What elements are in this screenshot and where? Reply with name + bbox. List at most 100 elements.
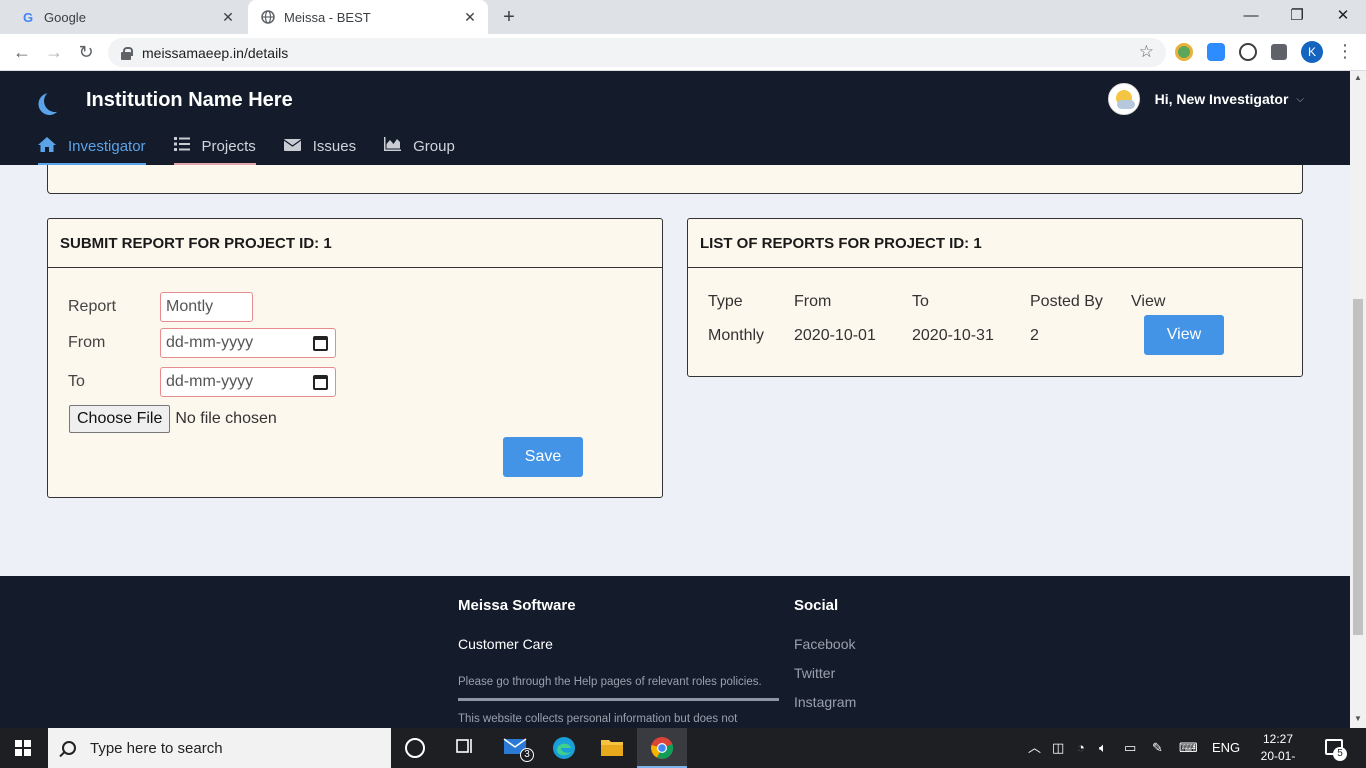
windows-start-icon[interactable] — [15, 740, 31, 756]
nav-label: Investigator — [68, 137, 146, 155]
file-status: No file chosen — [175, 410, 277, 427]
new-tab-icon[interactable]: + — [498, 6, 520, 28]
forward-icon[interactable]: → — [42, 40, 66, 64]
back-icon[interactable]: ← — [10, 40, 34, 64]
facebook-link[interactable]: Facebook — [794, 636, 855, 652]
scroll-thumb[interactable] — [1353, 299, 1363, 635]
chrome-taskbar-item[interactable] — [637, 728, 687, 768]
user-greeting: Hi, New Investigator — [1154, 91, 1289, 107]
zoom-extension-icon[interactable] — [1207, 43, 1225, 61]
file-explorer-icon[interactable] — [600, 736, 624, 760]
clock-date: 20-01-2021 — [1260, 749, 1296, 768]
customer-care-link[interactable]: Customer Care — [458, 636, 553, 652]
user-menu[interactable]: Hi, New Investigator ⌵ — [1107, 83, 1304, 115]
cell-posted-by: 2 — [1030, 327, 1039, 344]
extensions-puzzle-icon[interactable] — [1271, 44, 1287, 60]
browser-toolbar: ← → ↻ meissamaeep.in/details ☆ K ⋮ — [0, 34, 1366, 71]
mail-badge: 3 — [520, 748, 534, 762]
calendar-icon[interactable] — [313, 375, 328, 390]
battery-icon[interactable]: ▭ — [1124, 728, 1136, 768]
twitter-link[interactable]: Twitter — [794, 665, 835, 681]
report-row: Report Montly — [68, 292, 253, 322]
globe-icon — [260, 9, 276, 25]
address-bar[interactable]: meissamaeep.in/details ☆ — [108, 38, 1166, 67]
instagram-link[interactable]: Instagram — [794, 694, 856, 710]
bookmark-star-icon[interactable]: ☆ — [1139, 42, 1154, 62]
report-type-input[interactable]: Montly — [160, 292, 253, 322]
clock-time: 12:27 — [1262, 732, 1294, 746]
footer-social-title: Social — [794, 597, 839, 614]
compass-extension-icon[interactable] — [1239, 43, 1257, 61]
taskbar-clock[interactable]: 12:27 20-01-2021 — [1249, 731, 1307, 768]
google-g-icon: G — [22, 9, 34, 25]
edge-browser-icon[interactable] — [552, 736, 576, 760]
app-header: Institution Name Here Hi, New Investigat… — [0, 71, 1350, 165]
chevron-down-icon: ⌵ — [1296, 93, 1304, 105]
nav-item-projects[interactable]: Projects — [173, 129, 256, 165]
browser-tab-strip: G Google ✕ Meissa - BEST ✕ + — ❐ ✕ — [0, 0, 1366, 34]
nav-item-issues[interactable]: Issues — [283, 129, 356, 163]
reports-list-card: LIST OF REPORTS FOR PROJECT ID: 1 Type F… — [687, 218, 1303, 377]
page-scrollbar[interactable]: ▲ ▼ — [1350, 71, 1366, 728]
from-row: From dd-mm-yyyy — [68, 328, 336, 358]
submit-report-title: SUBMIT REPORT FOR PROJECT ID: 1 — [48, 219, 662, 268]
tray-expand-icon[interactable]: ︿ — [1028, 728, 1041, 768]
user-avatar — [1107, 83, 1140, 115]
url-text: meissamaeep.in/details — [142, 44, 289, 61]
network-icon[interactable]: ◔ — [1077, 728, 1085, 768]
save-button[interactable]: Save — [503, 437, 583, 477]
help-text: Please go through the Help pages of rele… — [458, 676, 762, 688]
column-header: From — [794, 293, 832, 310]
search-icon — [62, 741, 76, 755]
from-date-input[interactable]: dd-mm-yyyy — [160, 328, 336, 358]
privacy-text: This website collects personal informati… — [458, 713, 738, 725]
minimize-icon[interactable]: — — [1228, 4, 1274, 28]
tasks-icon — [173, 137, 190, 155]
close-tab-icon[interactable]: ✕ — [220, 9, 236, 25]
column-header: Posted By — [1030, 293, 1103, 310]
windows-taskbar: Type here to search 3 ︿ ◫ ◔ 🔈︎ ▭ ✎ ⌨ ENG… — [0, 728, 1366, 768]
close-window-icon[interactable]: ✕ — [1320, 4, 1366, 28]
footer: Meissa Software Customer Care Please go … — [0, 576, 1350, 728]
calendar-icon[interactable] — [313, 336, 328, 351]
scroll-up-icon[interactable]: ▲ — [1353, 73, 1363, 82]
language-indicator[interactable]: ENG — [1212, 728, 1240, 768]
meet-now-icon[interactable]: ◫ — [1052, 728, 1064, 768]
footer-company-title: Meissa Software — [458, 597, 576, 614]
profile-avatar[interactable]: K — [1301, 41, 1323, 63]
nav-item-investigator[interactable]: Investigator — [38, 129, 146, 165]
brand[interactable]: Institution Name Here — [34, 89, 293, 112]
scroll-down-icon[interactable]: ▼ — [1353, 714, 1363, 723]
moon-logo-icon — [42, 88, 67, 113]
view-report-button[interactable]: View — [1144, 315, 1224, 355]
reload-icon[interactable]: ↻ — [74, 40, 98, 64]
to-label: To — [68, 373, 85, 390]
footer-divider — [458, 698, 779, 701]
task-view-icon[interactable] — [454, 736, 478, 760]
pen-icon[interactable]: ✎ — [1152, 728, 1163, 768]
keyboard-icon[interactable]: ⌨ — [1179, 728, 1198, 768]
from-label: From — [68, 334, 106, 351]
browser-menu-icon[interactable]: ⋮ — [1336, 42, 1354, 60]
close-tab-icon[interactable]: ✕ — [462, 9, 478, 25]
volume-icon[interactable]: 🔈︎ — [1099, 728, 1107, 768]
taskbar-search[interactable]: Type here to search — [48, 728, 391, 768]
cell-to: 2020-10-31 — [912, 327, 994, 344]
column-header: View — [1131, 293, 1166, 310]
nav-item-group[interactable]: Group — [384, 129, 455, 163]
search-placeholder: Type here to search — [90, 739, 223, 757]
browser-tab-meissa[interactable]: Meissa - BEST ✕ — [248, 0, 488, 34]
browser-tab-google[interactable]: G Google ✕ — [8, 0, 246, 34]
cortana-icon[interactable] — [405, 738, 425, 758]
to-date-input[interactable]: dd-mm-yyyy — [160, 367, 336, 397]
tab-title: Google — [44, 9, 86, 25]
restore-icon[interactable]: ❐ — [1274, 4, 1320, 28]
choose-file-button[interactable]: Choose File — [69, 405, 171, 433]
extension-globe-icon[interactable] — [1175, 43, 1193, 61]
column-header: Type — [708, 293, 743, 310]
institution-name: Institution Name Here — [86, 89, 293, 111]
nav-label: Projects — [201, 137, 256, 155]
notification-count: 5 — [1333, 747, 1347, 761]
area-chart-icon — [384, 137, 402, 155]
file-upload: Choose File No file chosen — [69, 405, 277, 433]
